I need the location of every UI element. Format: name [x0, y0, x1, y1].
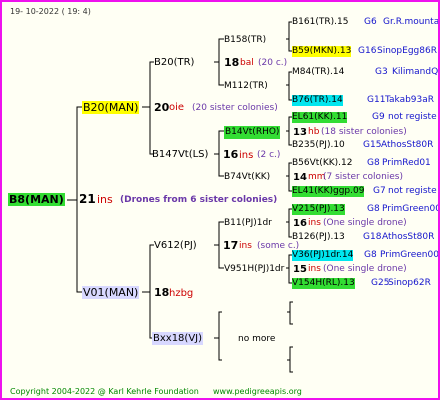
gen1-top-code: oie	[169, 102, 185, 113]
gen4-loc: PrimGreen00	[382, 204, 440, 214]
gen2-b20tr-name[interactable]: B20(TR)	[154, 56, 194, 69]
gen4-name[interactable]: B235(PJ).10	[292, 140, 345, 151]
gen4-name[interactable]: M84(TR).14	[292, 67, 344, 78]
gen1-bottom-name[interactable]: V01(MAN)	[82, 286, 140, 299]
gen1-top-name[interactable]: B20(MAN)	[82, 101, 140, 114]
gen4-name[interactable]: B59(MKN).13	[292, 46, 352, 57]
gen3-b14vt-name[interactable]: B14Vt(RHO)	[224, 126, 281, 139]
pedigree-chart: 19- 10-2022 ( 19: 4) B8(MAN) 21 ins (Dro…	[0, 0, 440, 400]
gen4-loc: Takab93aR	[385, 95, 435, 105]
gen4-loc: PrimGreen00	[380, 250, 439, 260]
root-drones: (Drones from 6 sister colonies)	[120, 195, 278, 205]
gen3-b74vt-num: 14	[293, 172, 307, 183]
gen3-m112-name[interactable]: M112(TR)	[224, 80, 268, 93]
gen3-b11-note: (One single drone)	[323, 218, 407, 228]
gen3-b158-num: 18	[224, 56, 240, 69]
gen4-loc: SinopEgg86R	[377, 46, 437, 56]
gen2-v612-name[interactable]: V612(PJ)	[154, 239, 197, 252]
gen4-loc: not registe	[388, 186, 437, 196]
gen4-gen: G15	[363, 140, 382, 150]
gen4-gen: G16	[358, 46, 377, 56]
gen2-v612-num: 17	[223, 239, 239, 252]
gen4-loc: Gr.R.mounta	[383, 17, 440, 27]
gen4-gen: G9	[372, 112, 385, 122]
gen2-b147-name[interactable]: B147Vt(LS)	[152, 148, 208, 161]
footer-url[interactable]: www.pedigreeapis.org	[213, 386, 302, 397]
gen4-name[interactable]: EL41(KK)ggp.09	[292, 186, 365, 197]
gen4-name[interactable]: B76(TR).14	[292, 95, 343, 106]
gen3-b74vt-note: (7 sister colonies)	[323, 172, 404, 182]
gen4-gen: G25	[371, 278, 390, 288]
gen3-v951h-name[interactable]: V951H(PJ)1dr	[224, 263, 284, 276]
gen2-b147-note: (2 c.)	[257, 150, 281, 160]
gen4-loc: Sinop62R	[388, 278, 431, 288]
gen1-bottom-num: 18	[154, 286, 170, 299]
gen4-gen: G7	[373, 186, 386, 196]
root-code: ins	[97, 193, 113, 206]
root-queen-name[interactable]: B8(MAN)	[8, 193, 65, 206]
gen4-name[interactable]: V154H(RL).13	[292, 278, 355, 289]
footer-copyright: Copyright 2004-2022 @ Karl Kehrle Founda…	[10, 387, 199, 396]
gen3-b14vt-code: hb	[308, 127, 320, 137]
gen3-b11-name[interactable]: B11(PJ)1dr	[224, 217, 272, 230]
gen3-b14vt-note: (18 sister colonies)	[321, 127, 407, 137]
gen4-gen: G6	[364, 17, 377, 27]
gen4-gen: G11	[367, 95, 386, 105]
gen4-loc: PrimRed01	[382, 158, 431, 168]
gen4-name[interactable]: B161(TR).15	[292, 17, 348, 28]
gen3-v951h-code: ins	[308, 264, 321, 274]
gen4-gen: G18	[363, 232, 382, 242]
gen3-b158-name[interactable]: B158(TR)	[224, 34, 266, 47]
gen4-name[interactable]: V215(PJ).13	[292, 204, 345, 215]
gen3-b11-num: 16	[293, 218, 307, 229]
gen2-b147-num: 16	[223, 148, 239, 161]
gen4-name[interactable]: B126(PJ).13	[292, 232, 345, 243]
gen1-bottom-code: hzbg	[169, 288, 194, 299]
gen4-gen: G8	[367, 158, 380, 168]
gen4-name[interactable]: B56Vt(KK).12	[292, 158, 352, 169]
gen2-v612-code: ins	[239, 241, 252, 251]
gen4-gen: G8	[364, 250, 377, 260]
gen4-loc: AthosSt80R	[382, 232, 435, 242]
gen3-v951h-num: 15	[293, 264, 307, 275]
gen4-name[interactable]: V36(PJ)1dr.14	[292, 250, 354, 261]
gen2-bxx18-note: no more	[238, 334, 276, 344]
gen3-b14vt-num: 13	[293, 127, 307, 138]
gen3-b158-code: bal	[240, 58, 254, 68]
gen4-loc: not registe	[388, 112, 437, 122]
gen3-b158-note: (20 c.)	[258, 58, 288, 68]
gen4-gen: G8	[367, 204, 380, 214]
gen2-b147-code: ins	[239, 150, 254, 161]
gen1-top-num: 20	[154, 101, 170, 114]
gen1-top-note: (20 sister colonies)	[192, 103, 278, 113]
gen3-b74vt-name[interactable]: B74Vt(KK)	[224, 171, 270, 184]
gen2-bxx18-name[interactable]: Bxx18(VJ)	[152, 332, 204, 345]
gen4-loc: AthosSt80R	[381, 140, 434, 150]
gen3-v951h-note: (One single drone)	[323, 264, 407, 274]
gen3-b11-code: ins	[308, 218, 321, 228]
pedigree-date: 19- 10-2022 ( 19: 4)	[10, 7, 91, 16]
root-num: 21	[79, 192, 96, 206]
gen4-gen: G3	[375, 67, 388, 77]
gen4-loc: KilimandQ	[392, 67, 439, 77]
gen4-name[interactable]: EL61(KK).11	[292, 112, 348, 123]
